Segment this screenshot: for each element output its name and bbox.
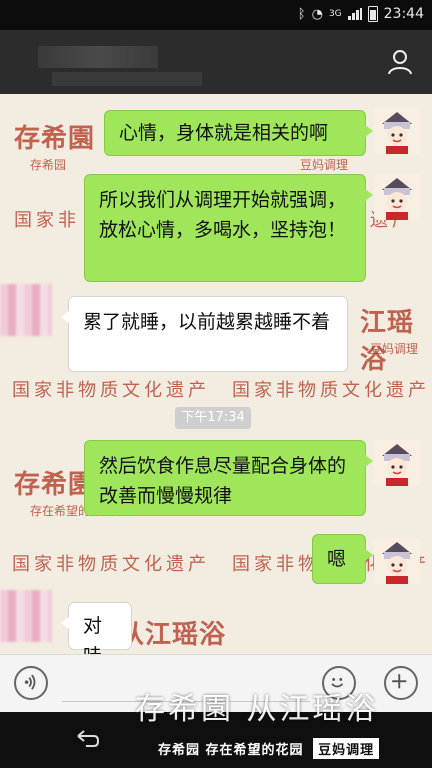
- message-bubble-outgoing[interactable]: 心情，身体就是相关的啊: [104, 110, 373, 156]
- wifi-icon: ◔: [311, 6, 323, 22]
- avatar-figure-icon: [374, 440, 420, 486]
- watermark-yaoyu-2: 从江瑶浴: [118, 620, 227, 650]
- avatar-figure-icon: [374, 174, 420, 220]
- network-type: 3G: [328, 8, 342, 19]
- message-bubble-outgoing[interactable]: 嗯: [312, 534, 373, 584]
- voice-wave-icon: [24, 674, 36, 690]
- watermark-logo: 存希園: [14, 124, 96, 154]
- watermark-badge-2: 豆妈调理: [370, 342, 419, 356]
- watermark-heritage-3: 国家非物质文化遗产: [12, 554, 210, 575]
- watermark-logo-2: 存希園: [14, 470, 96, 500]
- clock: 23:44: [383, 6, 424, 22]
- my-avatar[interactable]: [374, 108, 420, 154]
- chat-area[interactable]: 存希園 存希园 豆妈调理 国家非 化遗产 江瑶浴 豆妈调理 国家非物质文化遗产 …: [0, 94, 432, 654]
- contact-subtitle-redacted: [52, 72, 202, 86]
- plus-icon: [392, 674, 407, 689]
- watermark-heritage-1: 国家非物质文化遗产: [12, 380, 210, 401]
- my-avatar[interactable]: [374, 174, 420, 220]
- chat-header: [0, 30, 432, 94]
- bluetooth-icon: ᛒ: [297, 6, 306, 22]
- watermark-slogan: 存希园: [30, 158, 67, 172]
- avatar-figure-icon: [374, 108, 420, 154]
- message-bubble-incoming[interactable]: 累了就睡，以前越累越睡不着: [61, 296, 348, 372]
- watermark-slogan-overlay: 存希园 存在希望的花园 豆妈调理: [158, 738, 380, 759]
- more-options-button[interactable]: [384, 666, 418, 700]
- contact-avatar-redacted[interactable]: [0, 284, 52, 336]
- message-timestamp: 下午17:34: [175, 407, 251, 429]
- watermark-badge-overlay: 豆妈调理: [313, 738, 380, 759]
- voice-button[interactable]: [14, 666, 48, 700]
- watermark-badge: 豆妈调理: [300, 158, 349, 172]
- watermark-slogan-text: 存希园 存在希望的花园: [158, 743, 304, 758]
- watermark-brand-overlay: 存希園 从江瑶浴: [135, 692, 379, 727]
- contact-avatar-redacted[interactable]: [0, 590, 52, 642]
- watermark-heritage-2: 国家非物质文化遗产: [232, 380, 430, 401]
- watermark-heritage-left: 国家非: [14, 210, 80, 231]
- message-bubble-incoming[interactable]: 对哇: [61, 602, 132, 654]
- my-avatar[interactable]: [374, 538, 420, 584]
- message-bubble-outgoing[interactable]: 然后饮食作息尽量配合身体的改善而慢慢规律: [84, 440, 373, 516]
- my-avatar[interactable]: [374, 440, 420, 486]
- signal-icon: [347, 8, 362, 20]
- battery-icon: [367, 6, 378, 22]
- avatar-figure-icon: [374, 538, 420, 584]
- back-icon[interactable]: [74, 728, 100, 750]
- message-bubble-outgoing[interactable]: 所以我们从调理开始就强调，放松心情，多喝水，坚持泡！: [84, 174, 373, 282]
- contact-name-redacted: [38, 46, 158, 68]
- contact-profile-icon[interactable]: [386, 48, 414, 76]
- status-bar: ᛒ ◔ 3G 23:44: [0, 0, 432, 30]
- watermark-yaoyu: 江瑶浴: [360, 308, 415, 375]
